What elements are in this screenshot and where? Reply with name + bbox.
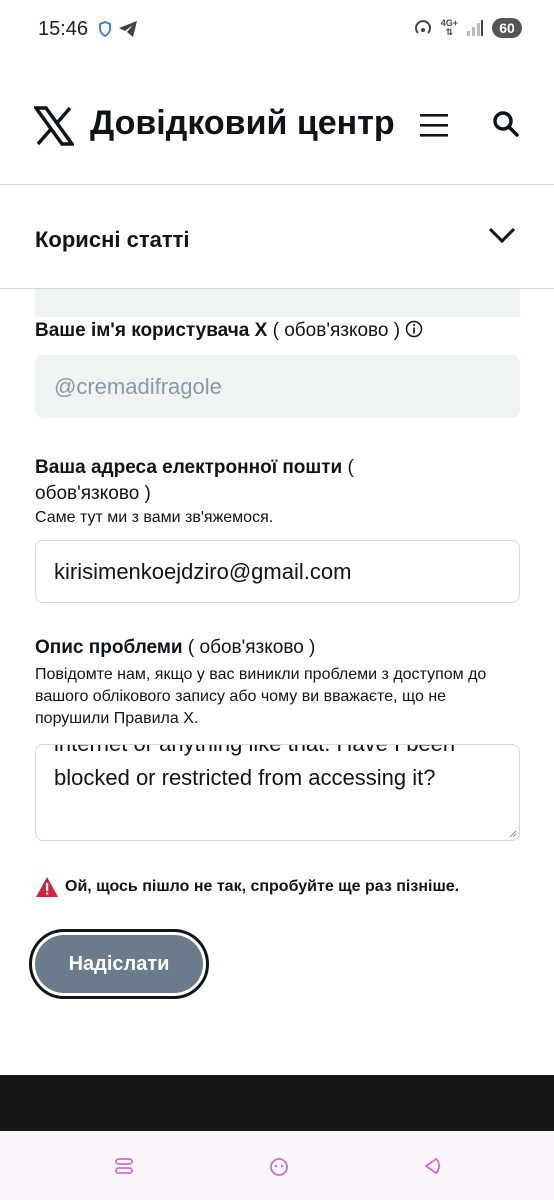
submit-button[interactable]: Надіслати	[35, 935, 203, 993]
error-message: Ой, щось пішло не так, спробуйте ще раз …	[35, 876, 459, 898]
search-icon[interactable]	[492, 110, 520, 138]
status-time: 15:46	[38, 18, 89, 40]
status-bar: 15:46 4G+ ⇅ 60	[0, 0, 554, 60]
hotspot-icon	[414, 20, 431, 34]
form-top-strip	[35, 289, 520, 317]
description-hint: Повідомте нам, якщо у вас виникли пробле…	[35, 666, 487, 727]
info-icon[interactable]	[405, 320, 423, 338]
required-marker: ( обов'язково )	[272, 320, 401, 341]
status-notification-icons	[98, 20, 138, 38]
email-label: Ваша адреса електронної пошти ( обов'язк…	[35, 457, 354, 504]
telegram-icon	[119, 21, 137, 37]
warning-icon	[36, 877, 58, 897]
description-textarea[interactable]: internet or anything like that. Have I b…	[35, 744, 520, 841]
page-title: Довідковий центр	[90, 104, 395, 142]
username-field[interactable]: @cremadifragole	[35, 355, 520, 418]
required-marker: ( обов'язково )	[187, 637, 316, 658]
battery-indicator: 60	[492, 18, 522, 38]
signal-icon	[467, 20, 483, 36]
email-hint: Саме тут ми з вами зв'яжемося.	[35, 509, 274, 526]
required-marker: обов'язково )	[35, 483, 151, 504]
description-text: internet or anything like that. Have I b…	[54, 745, 455, 790]
recent-apps-icon[interactable]	[114, 1156, 134, 1176]
shield-notification-icon	[99, 21, 111, 37]
username-label: Ваше ім'я користувача X ( обов'язково )	[35, 320, 423, 342]
home-icon[interactable]	[268, 1156, 290, 1178]
chevron-down-icon[interactable]	[488, 226, 516, 244]
useful-articles-label: Корисні статті	[35, 227, 190, 252]
menu-icon[interactable]	[420, 112, 448, 138]
description-label: Опис проблеми ( обов'язково )	[35, 637, 316, 658]
resize-handle-icon[interactable]	[509, 830, 517, 838]
email-field[interactable]: kirisimenkoejdziro@gmail.com	[35, 540, 520, 603]
back-icon[interactable]	[422, 1156, 442, 1176]
status-system-icons: 4G+ ⇅ 60	[413, 18, 522, 38]
network-type: 4G+ ⇅	[440, 18, 458, 37]
footer	[0, 1075, 554, 1131]
x-logo-icon[interactable]	[34, 106, 74, 146]
